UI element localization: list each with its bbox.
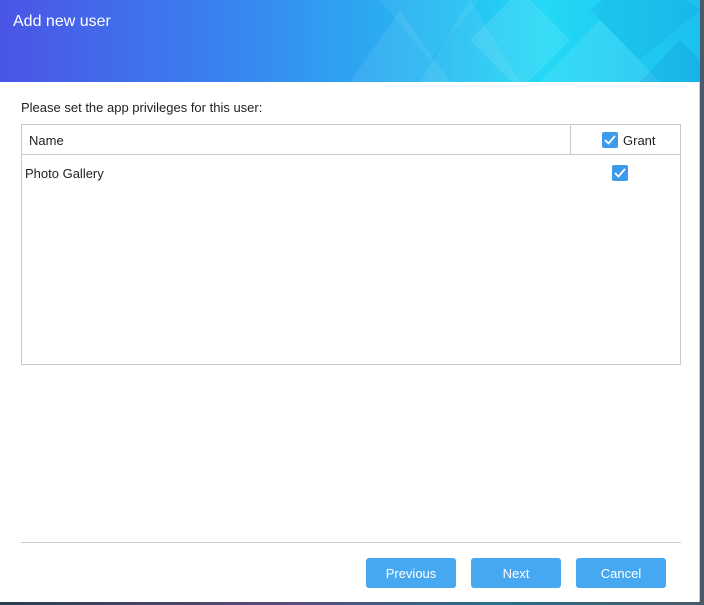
column-divider [570, 125, 571, 154]
column-header-grant[interactable]: Grant [602, 132, 656, 148]
next-button[interactable]: Next [471, 558, 561, 588]
dialog-header: Add new user [0, 0, 700, 82]
grant-all-checkbox[interactable] [602, 132, 618, 148]
add-user-dialog: Add new user Please set the app privileg… [0, 0, 700, 602]
footer-divider [21, 542, 681, 543]
column-header-name: Name [29, 133, 64, 148]
instruction-text: Please set the app privileges for this u… [21, 100, 263, 115]
checkmark-icon [614, 168, 626, 178]
grant-column-label: Grant [623, 132, 656, 148]
checkmark-icon [604, 135, 616, 145]
privileges-table: Name Grant Photo Gallery [21, 124, 681, 365]
previous-button[interactable]: Previous [366, 558, 456, 588]
cancel-button[interactable]: Cancel [576, 558, 666, 588]
table-row: Photo Gallery [22, 163, 680, 183]
dialog-title: Add new user [13, 13, 111, 30]
grant-checkbox[interactable] [612, 165, 628, 181]
table-header: Name Grant [22, 125, 680, 155]
app-name: Photo Gallery [25, 166, 104, 181]
